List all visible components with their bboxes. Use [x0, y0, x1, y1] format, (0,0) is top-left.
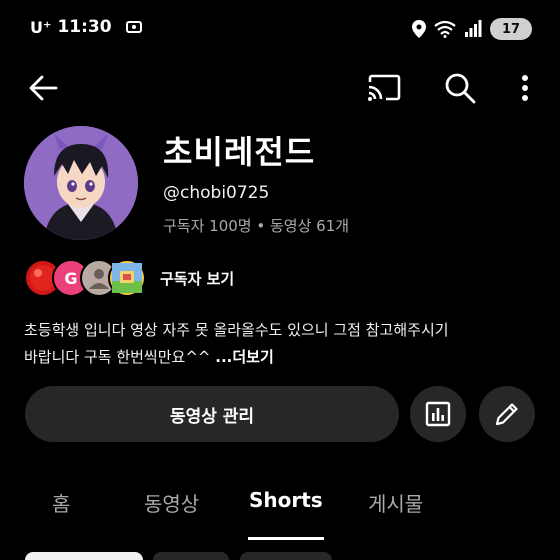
search-icon [445, 73, 476, 104]
signal-icon [465, 20, 482, 37]
status-right: 17 [412, 18, 532, 40]
arrow-left-icon [29, 75, 58, 101]
filter-chip[interactable] [153, 552, 229, 560]
manage-videos-label: 동영상 관리 [169, 406, 255, 427]
channel-description[interactable]: 초등학생 입니다 영상 자주 못 올라올수도 있으니 그점 참고해주시기 바랍니… [24, 317, 534, 371]
carrier-label: U⁺ [30, 17, 52, 37]
status-left: U⁺ 11:30 [30, 17, 144, 37]
description-line: 바랍니다 구독 한번씩만요^^ ...더보기 [24, 344, 534, 371]
description-text: 바랍니다 구독 한번씩만요^^ [24, 348, 216, 366]
clock: 11:30 [57, 17, 112, 37]
more-link[interactable]: ...더보기 [215, 348, 274, 366]
edit-channel-button[interactable] [479, 386, 535, 442]
channel-avatar[interactable] [24, 126, 138, 240]
search-button[interactable] [442, 70, 478, 106]
wifi-icon [434, 20, 456, 38]
description-line: 초등학생 입니다 영상 자주 못 올라올수도 있으니 그점 참고해주시기 [24, 321, 449, 339]
tab-posts[interactable]: 게시물 [368, 488, 423, 517]
filter-chip[interactable] [25, 552, 143, 560]
view-subscribers-row[interactable]: G 구독자 보기 [24, 258, 234, 298]
game-art-icon [112, 263, 142, 293]
subscriber-initial: G [64, 268, 78, 288]
cast-button[interactable] [366, 70, 402, 106]
analytics-button[interactable] [410, 386, 466, 442]
channel-name: 초비레전드 [163, 133, 316, 171]
tab-shorts[interactable]: Shorts [249, 488, 323, 512]
subscriber-avatar-game [108, 259, 146, 297]
tab-videos[interactable]: 동영상 [144, 488, 199, 517]
more-vert-icon [522, 75, 528, 101]
analytics-icon [425, 401, 451, 427]
manage-videos-button[interactable]: 동영상 관리 [25, 386, 399, 442]
channel-tabs: 홈 동영상 Shorts 게시물 [0, 480, 560, 540]
top-app-bar [0, 62, 560, 112]
view-subscribers-label[interactable]: 구독자 보기 [160, 268, 234, 289]
pencil-icon [495, 403, 518, 426]
tab-home[interactable]: 홈 [52, 488, 70, 517]
screen-record-icon [125, 21, 142, 33]
battery-level: 17 [501, 21, 521, 37]
filter-chip[interactable] [240, 552, 332, 560]
location-icon [412, 20, 426, 38]
back-button[interactable] [25, 70, 61, 106]
battery-indicator: 17 [490, 18, 532, 40]
status-bar: U⁺ 11:30 17 [0, 0, 560, 58]
channel-handle: @chobi0725 [163, 183, 270, 203]
cast-icon [368, 74, 401, 101]
more-options-button[interactable] [507, 70, 543, 106]
avatar-illustration [24, 126, 138, 240]
channel-stats: 구독자 100명 • 동영상 61개 [163, 217, 350, 235]
active-tab-indicator [248, 537, 324, 540]
